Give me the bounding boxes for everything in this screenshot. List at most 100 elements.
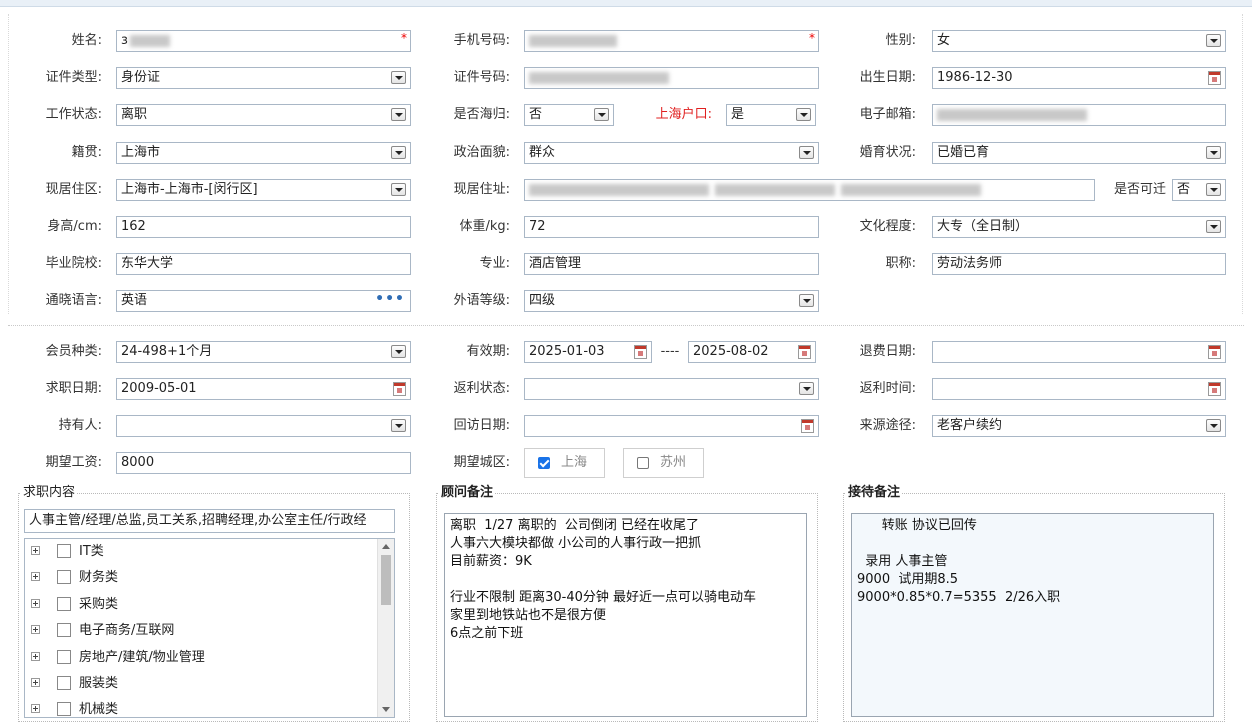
rebate-status-select[interactable] — [524, 378, 819, 400]
scroll-down-icon[interactable] — [382, 707, 390, 712]
language-field[interactable]: 英语 ••• — [116, 290, 411, 312]
chevron-down-icon[interactable] — [391, 108, 406, 121]
plus-icon[interactable] — [31, 678, 40, 687]
checkbox-icon[interactable] — [57, 623, 71, 637]
chevron-down-icon[interactable] — [796, 108, 811, 121]
calendar-icon[interactable] — [634, 345, 647, 359]
plus-icon[interactable] — [31, 652, 40, 661]
refund-date-label: 退费日期: — [859, 344, 916, 359]
member-type-select[interactable]: 24-498+1个月 — [116, 341, 411, 363]
relocate-select[interactable]: 否 — [1172, 179, 1226, 201]
address-label: 现居住址: — [453, 182, 510, 197]
chevron-down-icon[interactable] — [391, 183, 406, 196]
birth-date-field[interactable]: 1986-12-30 — [932, 67, 1226, 89]
plus-icon[interactable] — [31, 599, 40, 608]
education-label: 文化程度: — [859, 219, 916, 234]
height-field[interactable]: 162 — [116, 216, 411, 238]
source-select[interactable]: 老客户续约 — [932, 415, 1226, 437]
chevron-down-icon[interactable] — [799, 382, 814, 395]
calendar-icon[interactable] — [798, 345, 811, 359]
city-option-shanghai[interactable]: 上海 — [524, 448, 605, 478]
checkbox-icon[interactable] — [637, 457, 649, 469]
politics-select[interactable]: 群众 — [524, 142, 819, 164]
shanghai-hukou-select[interactable]: 是 — [726, 104, 816, 126]
title-field[interactable]: 劳动法务师 — [932, 253, 1226, 275]
scrollbar[interactable] — [377, 539, 394, 717]
email-field[interactable] — [932, 104, 1226, 126]
valid-to-field[interactable]: 2025-08-02 — [688, 341, 816, 363]
valid-from-field[interactable]: 2025-01-03 — [524, 341, 652, 363]
holder-select[interactable] — [116, 415, 411, 437]
chevron-down-icon[interactable] — [1206, 34, 1221, 47]
advisor-note-textarea[interactable]: 离职 1/27 离职的 公司倒闭 已经在收尾了 人事六大模块都做 小公司的人事行… — [444, 513, 807, 717]
rebate-time-field[interactable] — [932, 378, 1226, 400]
id-no-field[interactable] — [524, 67, 819, 89]
calendar-icon[interactable] — [801, 419, 814, 433]
reception-note-title: 接待备注 — [846, 485, 903, 501]
height-label: 身高/cm: — [47, 219, 102, 234]
returnee-select[interactable]: 否 — [524, 104, 614, 126]
plus-icon[interactable] — [31, 625, 40, 634]
chevron-down-icon[interactable] — [1206, 419, 1221, 432]
refund-date-field[interactable] — [932, 341, 1226, 363]
job-content-title: 求职内容 — [21, 485, 78, 501]
gender-select[interactable]: 女 — [932, 30, 1226, 52]
calendar-icon[interactable] — [1208, 382, 1221, 396]
advisor-note-title: 顾问备注 — [439, 485, 496, 501]
district-select[interactable]: 上海市-上海市-[闵行区] — [116, 179, 411, 201]
id-type-select[interactable]: 身份证 — [116, 67, 411, 89]
gender-label: 性别: — [885, 33, 916, 48]
chevron-down-icon[interactable] — [1206, 183, 1221, 196]
plus-icon[interactable] — [31, 546, 40, 555]
relocate-label: 是否可迁 — [1113, 182, 1166, 197]
plus-icon[interactable] — [31, 572, 40, 581]
weight-field[interactable]: 72 — [524, 216, 819, 238]
divider — [1242, 14, 1243, 314]
marital-select[interactable]: 已婚已育 — [932, 142, 1226, 164]
chevron-down-icon[interactable] — [594, 108, 609, 121]
checkbox-icon[interactable] — [57, 702, 71, 716]
chevron-down-icon[interactable] — [1206, 220, 1221, 233]
calendar-icon[interactable] — [393, 382, 406, 396]
reception-note-textarea[interactable]: 转账 协议已回传 录用 人事主管 9000 试用期8.5 9000*0.85*0… — [851, 513, 1214, 717]
politics-label: 政治面貌: — [453, 145, 510, 160]
ellipsis-icon[interactable]: ••• — [375, 291, 405, 309]
chevron-down-icon[interactable] — [391, 419, 406, 432]
job-date-field[interactable]: 2009-05-01 — [116, 378, 411, 400]
salary-field[interactable]: 8000 — [116, 452, 411, 474]
shanghai-hukou-label: 上海户口: — [655, 107, 712, 122]
major-field[interactable]: 酒店管理 — [524, 253, 819, 275]
chevron-down-icon[interactable] — [1206, 146, 1221, 159]
education-select[interactable]: 大专（全日制） — [932, 216, 1226, 238]
checkbox-icon[interactable] — [57, 676, 71, 690]
chevron-down-icon[interactable] — [391, 146, 406, 159]
lang-level-select[interactable]: 四级 — [524, 290, 819, 312]
checkbox-checked-icon[interactable] — [538, 457, 550, 469]
chevron-down-icon[interactable] — [799, 146, 814, 159]
email-label: 电子邮箱: — [859, 107, 916, 122]
checkbox-icon[interactable] — [57, 597, 71, 611]
calendar-icon[interactable] — [1208, 71, 1221, 85]
phone-field[interactable]: * — [524, 30, 819, 52]
checkbox-icon[interactable] — [57, 544, 71, 558]
visit-date-field[interactable] — [524, 415, 819, 437]
name-field[interactable]: з * — [116, 30, 411, 52]
job-summary-field[interactable]: 人事主管/经理/总监,员工关系,招聘经理,办公室主任/行政经 — [24, 509, 395, 533]
checkbox-icon[interactable] — [57, 570, 71, 584]
scroll-up-icon[interactable] — [382, 544, 390, 549]
scrollbar-thumb[interactable] — [381, 555, 391, 605]
name-label: 姓名: — [71, 33, 102, 48]
work-status-select[interactable]: 离职 — [116, 104, 411, 126]
chevron-down-icon[interactable] — [799, 294, 814, 307]
calendar-icon[interactable] — [1208, 345, 1221, 359]
chevron-down-icon[interactable] — [391, 345, 406, 358]
job-category-tree[interactable]: IT类 财务类 采购类 电子商务/互联网 房地产/建筑/物业管理 服装类 机械类 — [24, 538, 395, 718]
salary-label: 期望工资: — [45, 455, 102, 470]
school-field[interactable]: 东华大学 — [116, 253, 411, 275]
city-option-suzhou[interactable]: 苏州 — [623, 448, 704, 478]
address-field[interactable] — [524, 179, 1095, 201]
checkbox-icon[interactable] — [57, 650, 71, 664]
native-select[interactable]: 上海市 — [116, 142, 411, 164]
plus-icon[interactable] — [31, 704, 40, 713]
chevron-down-icon[interactable] — [391, 71, 406, 84]
